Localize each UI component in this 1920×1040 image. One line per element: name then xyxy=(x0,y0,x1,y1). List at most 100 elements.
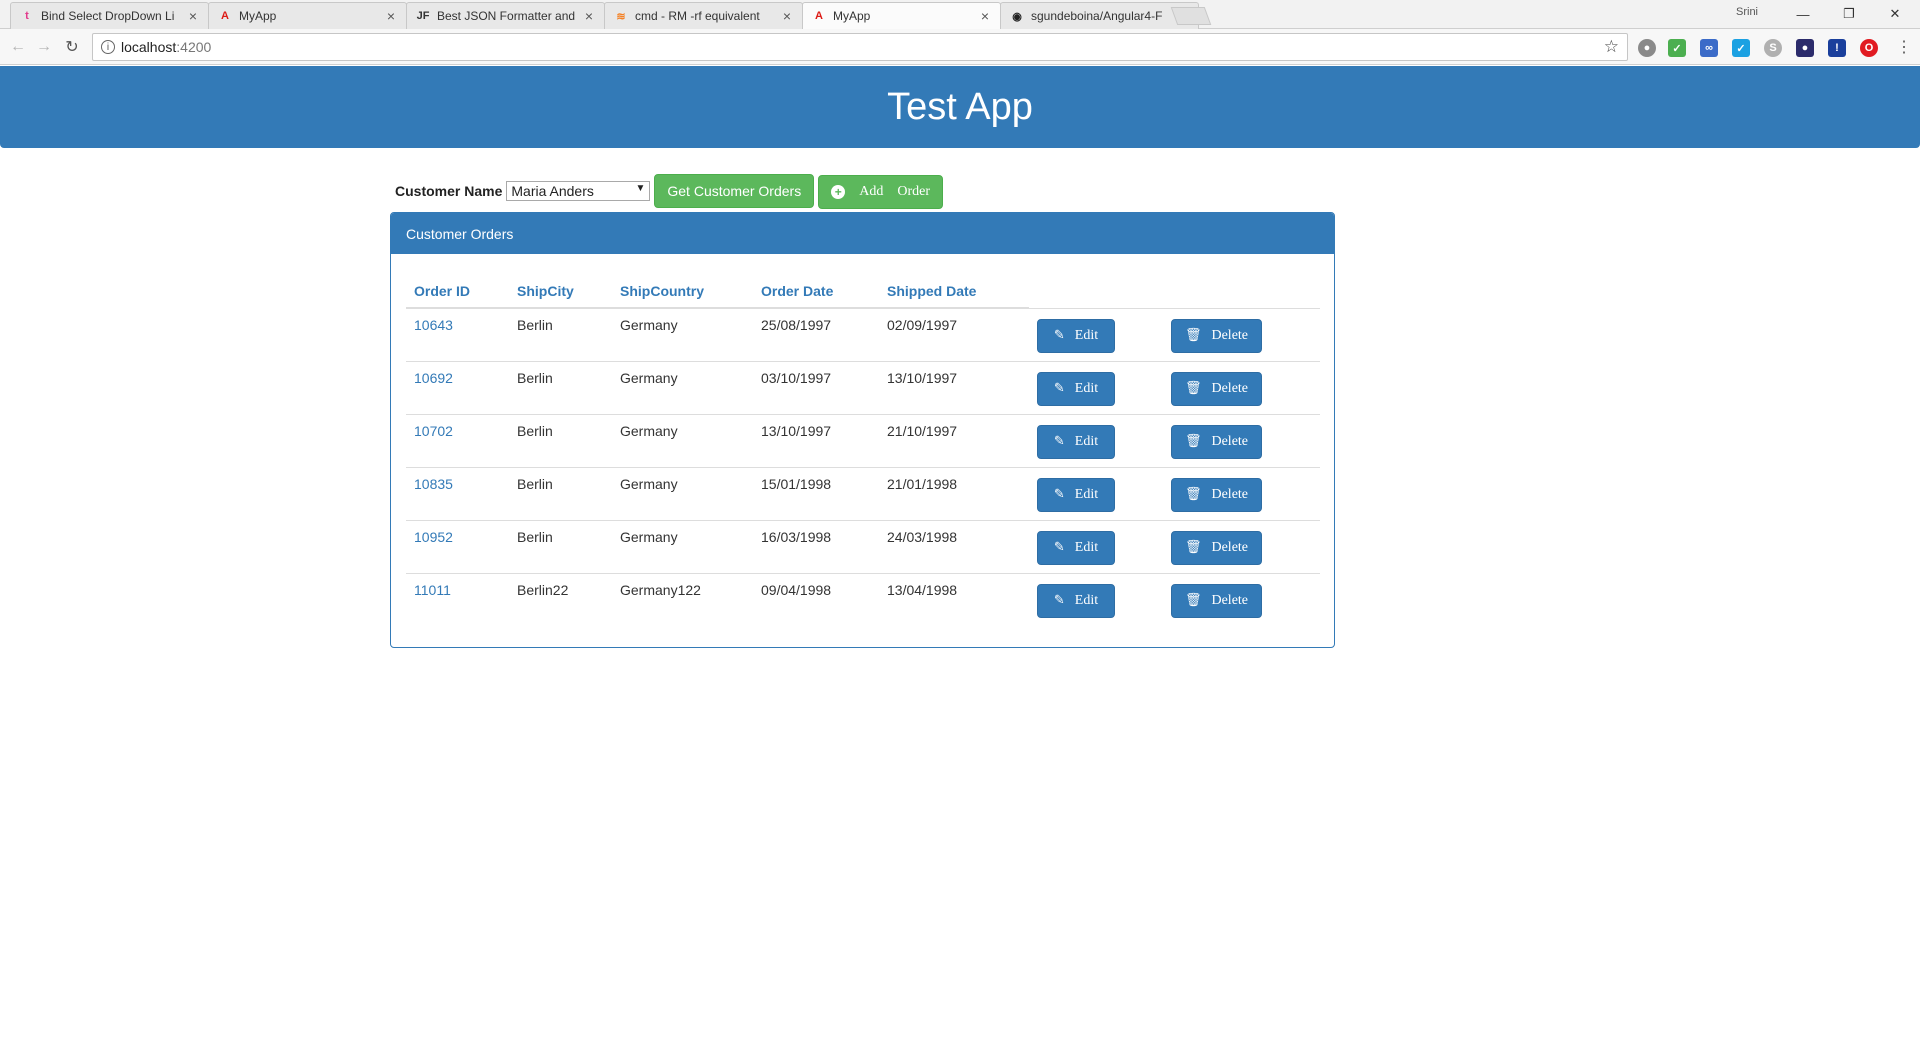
order-id-link[interactable]: 11011 xyxy=(406,572,509,626)
column-header[interactable]: Order ID xyxy=(406,268,509,309)
edit-cell: ✎ Edit xyxy=(1029,466,1163,520)
edit-button[interactable]: ✎ Edit xyxy=(1037,530,1115,565)
plus-circle-icon: + xyxy=(831,185,846,199)
add-order-label-word2: Order xyxy=(897,184,930,199)
order-id-link[interactable]: 10702 xyxy=(406,413,509,467)
browser-tab[interactable]: A MyApp × xyxy=(208,2,407,29)
table-header-row: Order ID ShipCity ShipCountry Order Date… xyxy=(406,268,1320,309)
get-customer-orders-button[interactable]: Get Customer Orders xyxy=(654,174,815,208)
customer-select-value: Maria Anders xyxy=(511,183,594,199)
reload-icon[interactable]: ↻ xyxy=(60,35,84,59)
delete-button[interactable]: 🗑 Delete xyxy=(1171,583,1262,618)
dark-extension-icon[interactable]: ● xyxy=(1796,39,1814,57)
url-port: :4200 xyxy=(176,39,212,55)
add-order-button[interactable]: + Add Order xyxy=(818,175,943,209)
tab-close-icon[interactable]: × xyxy=(978,8,992,24)
restore-icon[interactable]: ❐ xyxy=(1826,0,1872,28)
tab-favicon-icon: JF xyxy=(416,10,430,22)
delete-button[interactable]: 🗑 Delete xyxy=(1171,424,1262,459)
ship-city-cell: Berlin xyxy=(509,413,612,467)
edit-button[interactable]: ✎ Edit xyxy=(1037,318,1115,353)
forward-icon[interactable]: → xyxy=(32,35,56,59)
browser-tab[interactable]: ≋ cmd - RM -rf equivalent × xyxy=(604,2,803,29)
order-date-cell: 15/01/1998 xyxy=(753,466,879,520)
edit-button[interactable]: ✎ Edit xyxy=(1037,477,1115,512)
edit-cell: ✎ Edit xyxy=(1029,413,1163,467)
tab-title: MyApp xyxy=(239,9,277,23)
ship-country-cell: Germany xyxy=(612,466,753,520)
customer-name-label: Customer Name xyxy=(395,183,503,199)
customer-select[interactable]: Maria Anders ▼ xyxy=(506,181,651,201)
browser-tab[interactable]: t Bind Select DropDown Li × xyxy=(10,2,209,29)
delete-button[interactable]: 🗑 Delete xyxy=(1171,318,1262,353)
delete-button[interactable]: 🗑 Delete xyxy=(1171,530,1262,565)
minimize-icon[interactable]: — xyxy=(1780,0,1826,28)
trash-icon: 🗑 xyxy=(1184,328,1202,343)
table-row: 10643 Berlin Germany 25/08/1997 02/09/1997 ✎ E… xyxy=(406,307,1320,361)
edit-label: Edit xyxy=(1074,433,1099,449)
orders-table: Order ID ShipCity ShipCountry Order Date… xyxy=(406,268,1320,626)
browser-tab[interactable]: JF Best JSON Formatter and × xyxy=(406,2,605,29)
bookmark-star-icon[interactable]: ☆ xyxy=(1604,37,1619,57)
link-extension-icon[interactable]: ∞ xyxy=(1700,39,1718,57)
browser-user-name[interactable]: Srini xyxy=(1736,6,1758,18)
edit-label: Edit xyxy=(1074,539,1099,555)
tab-close-icon[interactable]: × xyxy=(384,8,398,24)
ship-country-cell: Germany xyxy=(612,519,753,573)
back-icon[interactable]: ← xyxy=(6,35,30,59)
panel-heading: Customer Orders xyxy=(391,213,1334,254)
browser-menu-icon[interactable]: ⋮ xyxy=(1896,37,1912,57)
delete-cell: 🗑 Delete xyxy=(1163,519,1320,573)
shipped-date-cell: 13/10/1997 xyxy=(879,360,1029,414)
ship-city-cell: Berlin xyxy=(509,360,612,414)
site-info-icon[interactable]: i xyxy=(101,40,115,54)
column-header[interactable]: ShipCountry xyxy=(612,268,753,309)
globe-extension-icon[interactable]: ● xyxy=(1638,39,1656,57)
shipped-date-cell: 02/09/1997 xyxy=(879,307,1029,361)
tab-favicon-icon: ≋ xyxy=(616,10,626,23)
trash-icon: 🗑 xyxy=(1184,381,1202,396)
order-id-link[interactable]: 10835 xyxy=(406,466,509,520)
order-date-cell: 13/10/1997 xyxy=(753,413,879,467)
edit-button[interactable]: ✎ Edit xyxy=(1037,583,1115,618)
address-bar[interactable]: i localhost:4200 ☆ xyxy=(92,33,1628,61)
order-id-link[interactable]: 10692 xyxy=(406,360,509,414)
edit-cell: ✎ Edit xyxy=(1029,572,1163,626)
column-header[interactable]: ShipCity xyxy=(509,268,612,309)
table-row: 11011 Berlin22 Germany122 09/04/1998 13/04/1… xyxy=(406,572,1320,626)
trash-icon: 🗑 xyxy=(1184,434,1202,449)
tab-close-icon[interactable]: × xyxy=(582,8,596,24)
bookmark-extension-icon[interactable]: ! xyxy=(1828,39,1846,57)
browser-tab[interactable]: ◉sgundeboina/Angular4-F× xyxy=(1000,2,1199,29)
edit-button[interactable]: ✎ Edit xyxy=(1037,424,1115,459)
delete-button[interactable]: 🗑 Delete xyxy=(1171,477,1262,512)
edit-cell: ✎ Edit xyxy=(1029,307,1163,361)
order-id-link[interactable]: 10643 xyxy=(406,307,509,361)
edit-button[interactable]: ✎ Edit xyxy=(1037,371,1115,406)
shipped-date-cell: 21/10/1997 xyxy=(879,413,1029,467)
order-id-link[interactable]: 10952 xyxy=(406,519,509,573)
column-header[interactable]: Shipped Date xyxy=(879,268,1029,309)
ship-country-cell: Germany xyxy=(612,413,753,467)
edit-cell: ✎ Edit xyxy=(1029,360,1163,414)
delete-cell: 🗑 Delete xyxy=(1163,466,1320,520)
edit-label: Edit xyxy=(1074,592,1099,608)
opera-extension-icon[interactable]: O xyxy=(1860,39,1878,57)
edit-label: Edit xyxy=(1074,486,1099,502)
check-extension-icon[interactable]: ✓ xyxy=(1668,39,1686,57)
new-tab-button[interactable] xyxy=(1170,7,1212,25)
skype-extension-icon[interactable]: S xyxy=(1764,39,1782,57)
tab-close-icon[interactable]: × xyxy=(186,8,200,24)
tab-close-icon[interactable]: × xyxy=(780,8,794,24)
close-window-icon[interactable]: ✕ xyxy=(1872,0,1918,28)
column-header[interactable]: Order Date xyxy=(753,268,879,309)
trash-icon: 🗑 xyxy=(1184,593,1202,608)
delete-button[interactable]: 🗑 Delete xyxy=(1171,371,1262,406)
tick-extension-icon[interactable]: ✓ xyxy=(1732,39,1750,57)
edit-icon: ✎ xyxy=(1053,593,1065,608)
tab-favicon-icon: A xyxy=(815,10,823,22)
browser-tab[interactable]: A MyApp × xyxy=(802,2,1001,29)
column-header-empty xyxy=(1163,268,1320,308)
tab-favicon-icon: ◉ xyxy=(1012,10,1022,23)
tab-favicon-icon: A xyxy=(221,10,229,22)
